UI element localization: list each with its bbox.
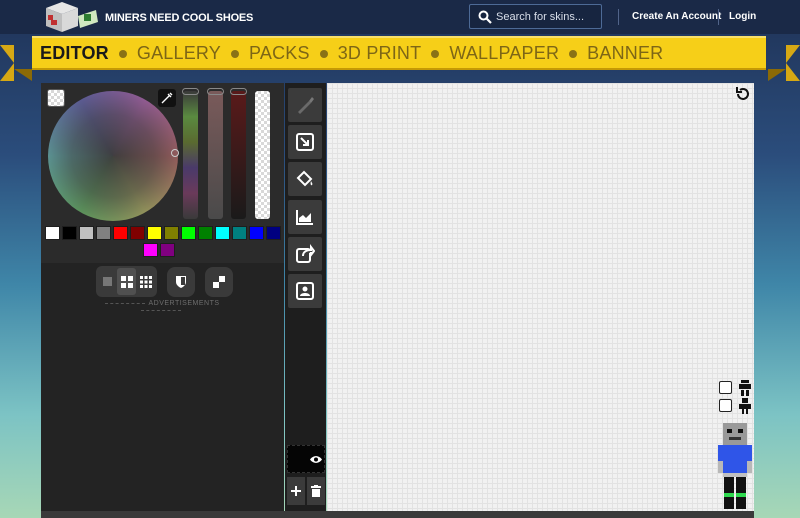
palette-swatch[interactable]: [164, 226, 179, 240]
grid-tools: [96, 266, 233, 297]
nav-packs[interactable]: PACKS: [249, 43, 310, 64]
shade-button[interactable]: [167, 266, 195, 297]
nav-gallery[interactable]: GALLERY: [137, 43, 221, 64]
login-link[interactable]: Login: [729, 11, 756, 22]
paint-bucket-icon: [296, 170, 313, 187]
delete-layer-button[interactable]: [307, 477, 325, 505]
palette-swatch[interactable]: [143, 243, 158, 257]
tool-column: [285, 83, 326, 511]
nav-banner[interactable]: BANNER: [587, 43, 663, 64]
eyedropper-button[interactable]: [158, 89, 176, 107]
portrait-tool-button[interactable]: [288, 274, 322, 308]
model-checkbox[interactable]: [719, 399, 732, 412]
grid-4-button[interactable]: [117, 268, 136, 295]
reset-icon[interactable]: [735, 86, 751, 102]
add-layer-button[interactable]: [287, 477, 305, 505]
palette-swatch[interactable]: [266, 226, 281, 240]
color-wheel-handle[interactable]: [171, 149, 179, 157]
palette-swatch[interactable]: [45, 226, 60, 240]
nav-wallpaper[interactable]: WALLPAPER: [449, 43, 559, 64]
nav-editor[interactable]: EDITOR: [40, 43, 109, 64]
shield-icon: [176, 275, 186, 288]
search-icon: [478, 10, 492, 24]
palette-swatch[interactable]: [249, 226, 264, 240]
palette-swatch[interactable]: [62, 226, 77, 240]
advertisements-label: ADVERTISEMENTS: [81, 300, 241, 314]
area-chart-icon: [296, 210, 313, 225]
nav-separator: [118, 49, 127, 58]
palette-swatch[interactable]: [232, 226, 247, 240]
slider-knob[interactable]: [182, 88, 199, 95]
bottom-bar: [41, 511, 754, 518]
eye-icon[interactable]: [310, 455, 322, 464]
share-icon: [296, 244, 315, 263]
palette-swatch[interactable]: [198, 226, 213, 240]
current-color-swatch[interactable]: [47, 89, 65, 107]
grid-size-group: [96, 266, 157, 297]
skin-canvas[interactable]: [327, 83, 754, 511]
palette-swatch[interactable]: [130, 226, 145, 240]
header-divider: [618, 9, 619, 25]
create-account-link[interactable]: Create An Account: [632, 11, 721, 22]
alpha-slider[interactable]: [255, 91, 270, 219]
palette-swatch[interactable]: [160, 243, 175, 257]
search-placeholder: Search for skins...: [496, 11, 585, 23]
color-palette: [45, 226, 285, 260]
palette-swatch[interactable]: [215, 226, 230, 240]
hue-slider[interactable]: [182, 88, 199, 219]
checker-button[interactable]: [205, 266, 233, 297]
overlay-checkbox[interactable]: [719, 381, 732, 394]
nav-separator: [231, 49, 240, 58]
resize-icon: [296, 133, 314, 151]
ribbon-fold-left: [14, 69, 32, 81]
skin-preview[interactable]: [718, 423, 752, 509]
slider-knob[interactable]: [230, 88, 247, 95]
brush-icon: [298, 97, 314, 114]
eyedropper-icon: [161, 92, 173, 104]
ribbon-tail-left: [0, 45, 14, 81]
fill-tool-button[interactable]: [288, 162, 322, 196]
header-divider: [718, 9, 719, 25]
site-name[interactable]: MINERS NEED COOL SHOES: [105, 12, 253, 24]
slider-knob[interactable]: [207, 88, 224, 95]
saturation-slider[interactable]: [207, 88, 224, 219]
layer-item[interactable]: [287, 445, 325, 473]
grid-9-icon: [139, 275, 152, 288]
main-nav: EDITOR GALLERY PACKS 3D PRINT WALLPAPER …: [40, 43, 663, 64]
nav-separator: [319, 49, 328, 58]
palette-swatch[interactable]: [96, 226, 111, 240]
brush-tool-button[interactable]: [288, 88, 322, 122]
palette-swatch[interactable]: [147, 226, 162, 240]
armor-icon: [739, 380, 751, 396]
brightness-slider[interactable]: [230, 88, 247, 219]
color-wheel[interactable]: [48, 91, 178, 221]
noise-tool-button[interactable]: [288, 200, 322, 234]
ribbon-tail-right: [786, 45, 800, 81]
site-logo[interactable]: [40, 2, 98, 34]
grid-9-button[interactable]: [136, 268, 155, 295]
ribbon-fold-right: [768, 69, 786, 81]
nav-separator: [569, 49, 578, 58]
portrait-icon: [296, 282, 314, 300]
person-icon: [739, 398, 751, 414]
resize-tool-button[interactable]: [288, 125, 322, 159]
trash-icon: [311, 485, 321, 497]
grid-none-button[interactable]: [98, 268, 117, 295]
grid-4-icon: [120, 275, 133, 288]
nav-separator: [431, 49, 440, 58]
plus-icon: [291, 486, 301, 496]
grid-none-icon: [103, 277, 112, 286]
palette-swatch[interactable]: [113, 226, 128, 240]
search-box[interactable]: Search for skins...: [469, 4, 602, 29]
palette-swatch[interactable]: [181, 226, 196, 240]
checker-icon: [213, 275, 225, 288]
nav-3d-print[interactable]: 3D PRINT: [338, 43, 422, 64]
share-tool-button[interactable]: [288, 237, 322, 271]
palette-swatch[interactable]: [79, 226, 94, 240]
color-panel: ADVERTISEMENTS: [41, 83, 284, 511]
